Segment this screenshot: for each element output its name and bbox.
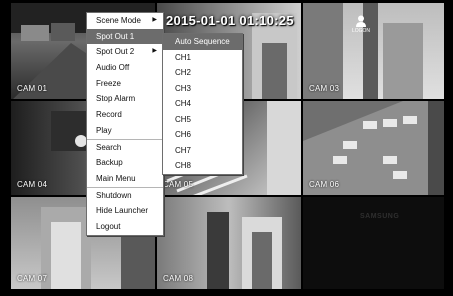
camera-label: CAM 06 xyxy=(309,180,340,189)
menu-item-play[interactable]: Play xyxy=(87,123,163,139)
menu-item-freeze[interactable]: Freeze xyxy=(87,76,163,92)
camera-label: CAM 01 xyxy=(17,84,48,93)
camera-tile-6[interactable]: CAM 06 xyxy=(302,100,445,196)
camera-label: CAM 03 xyxy=(309,84,340,93)
dvr-live-screen: CAM 01 CAM 03 CAM 04 CAM 05 CAM 06 CAM 0… xyxy=(0,0,453,296)
camera-tile-9[interactable] xyxy=(302,196,445,290)
submenu-arrow-icon: ▶ xyxy=(152,17,157,23)
camera-label: CAM 08 xyxy=(163,274,194,283)
camera-label: CAM 07 xyxy=(17,274,48,283)
camera-label: CAM 04 xyxy=(17,180,48,189)
submenu-item-ch2[interactable]: CH2 xyxy=(163,65,242,81)
datetime-display: 2015-01-01 01:10:25 xyxy=(166,13,294,28)
menu-item-shutdown[interactable]: Shutdown xyxy=(87,186,163,204)
submenu-item-ch1[interactable]: CH1 xyxy=(163,50,242,66)
menu-item-label: Logout xyxy=(96,221,121,231)
menu-item-main-menu[interactable]: Main Menu xyxy=(87,171,163,187)
menu-item-label: Stop Alarm xyxy=(96,94,136,104)
context-menu: Scene Mode ▶ Spot Out 1 Spot Out 2 ▶ Audio… xyxy=(86,12,164,236)
brand-watermark: SAMSUNG xyxy=(360,213,400,220)
menu-item-label: Backup xyxy=(96,158,123,168)
menu-item-label: Hide Launcher xyxy=(96,206,149,216)
submenu-item-auto-sequence[interactable]: Auto Sequence xyxy=(163,34,242,50)
menu-item-stop-alarm[interactable]: Stop Alarm xyxy=(87,91,163,107)
camera-tile-8[interactable]: CAM 08 xyxy=(156,196,302,290)
menu-item-label: Play xyxy=(96,125,112,135)
logon-label: LOGON xyxy=(351,28,371,34)
submenu-item-ch5[interactable]: CH5 xyxy=(163,112,242,128)
menu-item-label: Spot Out 1 xyxy=(96,31,135,41)
menu-item-label: Freeze xyxy=(96,78,121,88)
menu-item-hide-launcher[interactable]: Hide Launcher xyxy=(87,203,163,219)
menu-item-logout[interactable]: Logout xyxy=(87,219,163,235)
menu-item-label: Record xyxy=(96,110,122,120)
menu-item-label: Scene Mode xyxy=(96,16,141,25)
submenu-item-ch4[interactable]: CH4 xyxy=(163,96,242,112)
menu-item-scene-mode[interactable]: Scene Mode ▶ xyxy=(87,13,163,29)
user-icon xyxy=(356,15,366,27)
menu-item-label: Audio Off xyxy=(96,63,130,73)
menu-item-spot-out-2[interactable]: Spot Out 2 ▶ xyxy=(87,44,163,60)
menu-item-label: Spot Out 2 xyxy=(96,47,135,57)
submenu-item-ch3[interactable]: CH3 xyxy=(163,81,242,97)
menu-item-audio-off[interactable]: Audio Off xyxy=(87,60,163,76)
camera-label: CAM 05 xyxy=(163,180,194,189)
menu-item-backup[interactable]: Backup xyxy=(87,155,163,171)
menu-item-label: Shutdown xyxy=(96,190,132,200)
logon-status[interactable]: LOGON xyxy=(351,15,371,34)
submenu-item-ch7[interactable]: CH7 xyxy=(163,143,242,159)
menu-item-label: Search xyxy=(96,142,122,152)
menu-item-label: Main Menu xyxy=(96,173,136,183)
spot-out-submenu: Auto Sequence CH1 CH2 CH3 CH4 CH5 CH6 CH… xyxy=(162,33,243,175)
menu-item-search[interactable]: Search xyxy=(87,138,163,156)
submenu-item-ch8[interactable]: CH8 xyxy=(163,158,242,174)
submenu-arrow-icon: ▶ xyxy=(152,48,157,55)
camera-tile-3[interactable]: CAM 03 xyxy=(302,2,445,100)
submenu-item-ch6[interactable]: CH6 xyxy=(163,127,242,143)
menu-item-spot-out-1[interactable]: Spot Out 1 xyxy=(87,28,163,45)
menu-item-record[interactable]: Record xyxy=(87,107,163,123)
